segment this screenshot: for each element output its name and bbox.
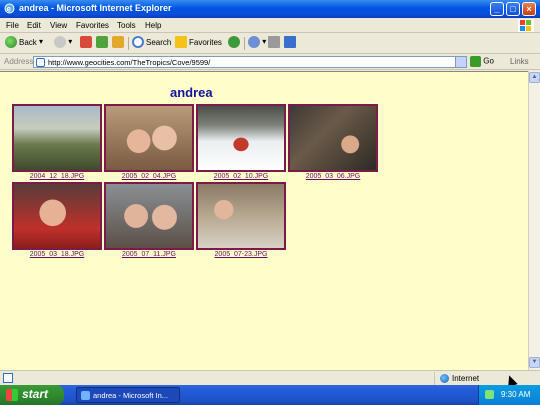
taskbar: start andrea - Microsoft In... 9:30 AM: [0, 385, 540, 405]
page-icon: [36, 58, 45, 67]
back-arrow-icon: [5, 36, 17, 48]
menu-edit[interactable]: Edit: [27, 21, 41, 30]
search-icon: [132, 36, 144, 48]
photo-link[interactable]: 2005_02_10.JPG: [196, 173, 286, 180]
address-url: http://www.geocities.com/TheTropics/Cove…: [48, 58, 211, 67]
go-button[interactable]: Go: [470, 56, 494, 67]
menu-file[interactable]: File: [6, 21, 19, 30]
address-bar: Address http://www.geocities.com/TheTrop…: [0, 54, 540, 70]
edit-page-icon: [284, 36, 296, 48]
start-button[interactable]: start: [0, 385, 64, 405]
edit-button[interactable]: [284, 36, 296, 51]
history-icon: [228, 36, 240, 48]
address-dropdown-button[interactable]: [455, 57, 466, 67]
print-button[interactable]: [268, 36, 280, 51]
menu-help[interactable]: Help: [145, 21, 161, 30]
svg-text:e: e: [7, 5, 12, 14]
photo-thumbnail[interactable]: 2005_02_10.JPG: [196, 104, 286, 180]
chevron-down-icon: ▾: [39, 37, 44, 47]
page-done-icon: [3, 373, 13, 383]
scroll-up-button[interactable]: ▲: [529, 72, 540, 83]
standard-toolbar: Back ▾ ▾ Search Favorites ▾: [0, 33, 540, 54]
search-button[interactable]: Search: [132, 36, 171, 51]
title-bar: e andrea - Microsoft Internet Explorer _…: [0, 0, 540, 18]
home-button[interactable]: [112, 36, 124, 51]
refresh-icon: [96, 36, 108, 48]
printer-icon: [268, 36, 280, 48]
window-title: andrea - Microsoft Internet Explorer: [19, 3, 172, 13]
photo-thumbnail[interactable]: 2004_12_18.JPG: [12, 104, 102, 180]
forward-arrow-icon: [54, 36, 66, 48]
photo-thumbnail[interactable]: 2005_07-23.JPG: [196, 182, 286, 258]
forward-button[interactable]: ▾: [54, 36, 72, 51]
photo-link[interactable]: 2005_07-23.JPG: [196, 251, 286, 258]
close-button[interactable]: ×: [522, 2, 536, 16]
taskbar-item-ie[interactable]: andrea - Microsoft In...: [76, 387, 180, 403]
links-button[interactable]: Links: [510, 57, 529, 66]
photo-image[interactable]: [104, 182, 194, 250]
stop-icon: [80, 36, 92, 48]
security-zone: Internet: [434, 372, 540, 385]
zone-label: Internet: [452, 374, 480, 383]
globe-icon: [440, 374, 449, 383]
clock: 9:30 AM: [501, 390, 531, 399]
photo-link[interactable]: 2004_12_18.JPG: [12, 173, 102, 180]
photo-link[interactable]: 2005_03_06.JPG: [288, 173, 378, 180]
page-content: andrea 2004_12_18.JPG 2005_02_04.JPG 200…: [0, 71, 528, 370]
favorites-button[interactable]: Favorites: [175, 36, 222, 51]
maximize-button[interactable]: □: [506, 2, 520, 16]
chevron-down-icon: ▾: [68, 37, 73, 47]
address-input[interactable]: http://www.geocities.com/TheTropics/Cove…: [33, 56, 467, 68]
menu-favorites[interactable]: Favorites: [76, 21, 109, 30]
mail-button[interactable]: ▾: [248, 36, 266, 51]
stop-button[interactable]: [80, 36, 92, 51]
photo-image[interactable]: [196, 182, 286, 250]
menu-view[interactable]: View: [50, 21, 67, 30]
ie-icon: [81, 391, 90, 400]
windows-logo-icon: [518, 19, 534, 32]
page-title: andrea: [170, 85, 213, 100]
home-icon: [112, 36, 124, 48]
menu-tools[interactable]: Tools: [117, 21, 136, 30]
back-button[interactable]: Back ▾: [5, 36, 43, 51]
toolbar-separator: [244, 37, 245, 50]
mail-icon: [248, 36, 260, 48]
photo-thumbnail[interactable]: 2005_03_18.JPG: [12, 182, 102, 258]
windows-flag-icon: [6, 389, 18, 401]
photo-image[interactable]: [12, 182, 102, 250]
network-icon[interactable]: [485, 390, 494, 399]
refresh-button[interactable]: [96, 36, 108, 51]
photo-image[interactable]: [288, 104, 378, 172]
ie-icon: e: [4, 3, 15, 14]
photo-image[interactable]: [104, 104, 194, 172]
photo-thumbnail[interactable]: 2005_03_06.JPG: [288, 104, 378, 180]
system-tray: 9:30 AM: [478, 385, 540, 405]
photo-link[interactable]: 2005_03_18.JPG: [12, 251, 102, 258]
minimize-button[interactable]: _: [490, 2, 504, 16]
photo-image[interactable]: [196, 104, 286, 172]
toolbar-separator: [128, 37, 129, 50]
photo-link[interactable]: 2005_02_04.JPG: [104, 173, 194, 180]
go-arrow-icon: [470, 56, 481, 67]
history-button[interactable]: [228, 36, 240, 51]
star-icon: [175, 36, 187, 48]
scroll-down-button[interactable]: ▼: [529, 357, 540, 368]
photo-link[interactable]: 2005_07_11.JPG: [104, 251, 194, 258]
vertical-scrollbar[interactable]: ▲ ▼: [528, 71, 540, 370]
photo-thumbnail[interactable]: 2005_07_11.JPG: [104, 182, 194, 258]
photo-image[interactable]: [12, 104, 102, 172]
photo-thumbnail[interactable]: 2005_02_04.JPG: [104, 104, 194, 180]
address-label: Address: [4, 57, 34, 66]
chevron-down-icon: ▾: [262, 37, 267, 47]
status-bar: Internet: [0, 370, 540, 385]
menu-bar: File Edit View Favorites Tools Help: [0, 18, 540, 33]
